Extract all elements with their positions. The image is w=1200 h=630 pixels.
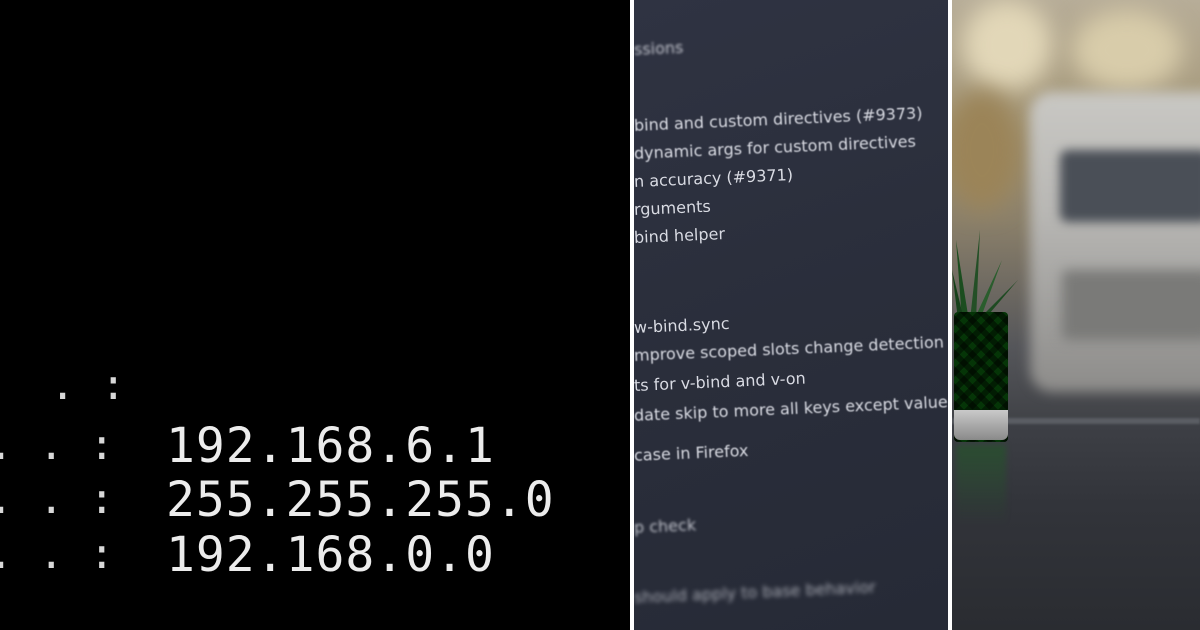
terminal-value: 192.168.6.1 [166,418,495,474]
changelog-line: ts for v-bind and v-on [634,368,807,395]
terminal-dots-row: . : [50,360,126,409]
plant-leaves-icon [952,230,1018,320]
photo-panel [952,0,1200,630]
changelog-line: date skip to more all keys except value [634,392,948,425]
changelog-line: n accuracy (#9371) [634,165,794,191]
terminal-value: 192.168.0.0 [166,527,495,583]
van-shape [1030,92,1200,392]
changelog-line: p check [634,515,697,537]
van-window [1060,150,1200,222]
bokeh-light [952,90,1022,210]
changelog-line: bind and custom directives (#9373) [634,103,923,135]
plant-pot-base [954,410,1008,440]
changelog-line: bind helper [634,224,726,247]
changelog-line: w-bind.sync [634,313,730,337]
changelog-line: case in Firefox [634,441,749,465]
bokeh-light [1072,10,1182,90]
van-grille [1062,270,1200,340]
changelog-line: ssions [634,37,684,59]
terminal-dots-row: . . : [0,474,115,523]
changelog-line: rguments [634,196,712,219]
terminal-dots-row: . . : [0,529,115,578]
changelog-line: dynamic args for custom directives [634,131,917,163]
changelog-panel: ssions bind and custom directives (#9373… [634,0,948,630]
terminal-panel: . : . . : 192.168.6.1 . . : 255.255.255.… [0,0,630,630]
bokeh-light [962,0,1052,90]
changelog-line: mprove scoped slots change detection a [634,331,948,365]
terminal-dots-row: . . : [0,420,115,469]
changelog-line: should apply to base behavior [634,577,876,607]
pot-reflection [956,445,1006,525]
terminal-value: 255.255.255.0 [166,472,555,528]
